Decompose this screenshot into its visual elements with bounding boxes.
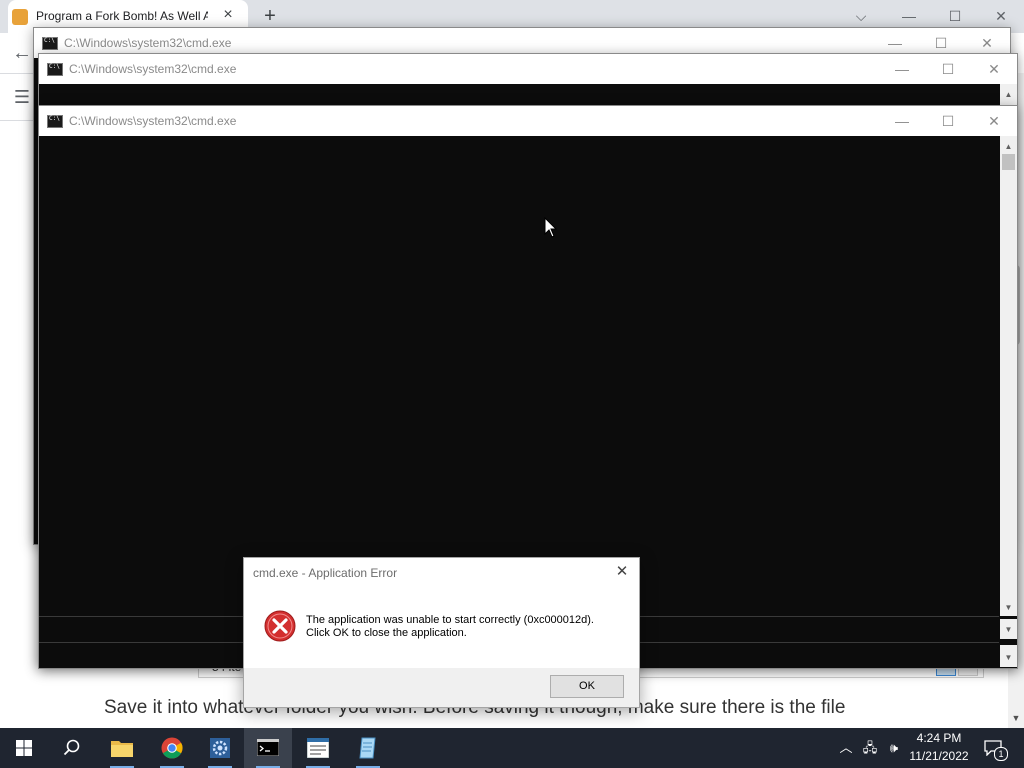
browser-restore-button[interactable]: ☐ bbox=[932, 2, 978, 30]
dialog-title: cmd.exe - Application Error bbox=[253, 566, 398, 580]
scrollbar-thumb[interactable] bbox=[1002, 154, 1015, 170]
chrome-button[interactable] bbox=[148, 728, 196, 768]
window-app-icon bbox=[307, 738, 329, 758]
settings-app-button[interactable] bbox=[196, 728, 244, 768]
show-hidden-icons-chevron-icon[interactable]: ︿ bbox=[838, 740, 854, 756]
network-icon[interactable]: 🖧 bbox=[862, 740, 878, 756]
cmd-icon bbox=[257, 739, 279, 756]
mouse-pointer-icon bbox=[544, 217, 558, 238]
cmd-taskbar-button[interactable] bbox=[244, 728, 292, 768]
scroll-down-arrow-icon[interactable]: ▼ bbox=[1000, 599, 1017, 616]
error-instruction: Click OK to close the application. bbox=[306, 627, 467, 639]
tab-title: Program a Fork Bomb! As Well A bbox=[36, 9, 208, 23]
minimize-button[interactable]: — bbox=[879, 106, 925, 136]
search-icon bbox=[63, 739, 80, 756]
scroll-down-arrow-icon[interactable]: ▼ bbox=[1000, 649, 1017, 666]
window-titlebar[interactable]: C:\Windows\system32\cmd.exe — ☐ ✕ bbox=[39, 106, 1017, 136]
close-button[interactable]: ✕ bbox=[971, 106, 1017, 136]
error-message: The application was unable to start corr… bbox=[306, 614, 594, 626]
vertical-scrollbar[interactable]: ▼ bbox=[1000, 619, 1017, 639]
file-explorer-button[interactable] bbox=[98, 728, 146, 768]
gear-icon bbox=[210, 738, 230, 758]
maximize-button[interactable]: ☐ bbox=[925, 54, 971, 84]
new-tab-button[interactable]: + bbox=[258, 4, 282, 28]
chrome-icon bbox=[161, 737, 183, 759]
clock-time[interactable]: 4:24 PM bbox=[910, 731, 968, 745]
minimize-button[interactable]: — bbox=[879, 54, 925, 84]
hamburger-menu-icon[interactable]: ☰ bbox=[10, 85, 34, 109]
notification-center-button[interactable]: 1 bbox=[982, 738, 1008, 761]
back-arrow-icon[interactable]: ← bbox=[10, 41, 34, 65]
scroll-down-arrow-icon[interactable]: ▼ bbox=[1000, 621, 1017, 638]
browser-close-button[interactable]: ✕ bbox=[978, 2, 1024, 30]
cmd-icon bbox=[47, 63, 63, 76]
vertical-scrollbar[interactable]: ▼ bbox=[1000, 645, 1017, 667]
folder-icon bbox=[111, 741, 133, 757]
notepad-window-button[interactable] bbox=[294, 728, 342, 768]
cmd-icon bbox=[42, 37, 58, 50]
cmd-icon bbox=[47, 115, 63, 128]
window-title: C:\Windows\system32\cmd.exe bbox=[69, 62, 237, 76]
window-title: C:\Windows\system32\cmd.exe bbox=[64, 36, 232, 50]
vertical-scrollbar[interactable]: ▲ ▼ bbox=[1000, 136, 1017, 616]
scroll-up-arrow-icon[interactable]: ▲ bbox=[1000, 86, 1017, 103]
tab-search-icon[interactable]: ⌵ bbox=[838, 2, 884, 30]
search-button[interactable] bbox=[48, 728, 96, 768]
notification-count-badge: 1 bbox=[994, 747, 1008, 761]
site-favicon-icon bbox=[12, 9, 28, 25]
dialog-close-button[interactable]: ✕ bbox=[608, 560, 636, 584]
notepad-button[interactable] bbox=[344, 728, 392, 768]
browser-minimize-button[interactable]: — bbox=[886, 2, 932, 30]
close-button[interactable]: ✕ bbox=[971, 54, 1017, 84]
error-dialog[interactable]: cmd.exe - Application Error ✕ The applic… bbox=[243, 557, 640, 708]
start-button[interactable] bbox=[0, 728, 48, 768]
notepad-icon bbox=[359, 737, 376, 759]
window-titlebar[interactable]: C:\Windows\system32\cmd.exe — ☐ ✕ bbox=[39, 54, 1017, 84]
error-icon bbox=[264, 610, 296, 642]
scroll-down-arrow-icon[interactable]: ▼ bbox=[1008, 710, 1024, 726]
window-title: C:\Windows\system32\cmd.exe bbox=[69, 114, 237, 128]
maximize-button[interactable]: ☐ bbox=[925, 106, 971, 136]
ok-button[interactable]: OK bbox=[550, 675, 624, 698]
volume-icon[interactable]: 🕪 bbox=[886, 740, 902, 756]
tab-close-button[interactable]: × bbox=[218, 5, 238, 25]
windows-logo-icon bbox=[16, 740, 32, 756]
clock-date[interactable]: 11/21/2022 bbox=[906, 749, 972, 763]
scroll-up-arrow-icon[interactable]: ▲ bbox=[1000, 138, 1017, 155]
